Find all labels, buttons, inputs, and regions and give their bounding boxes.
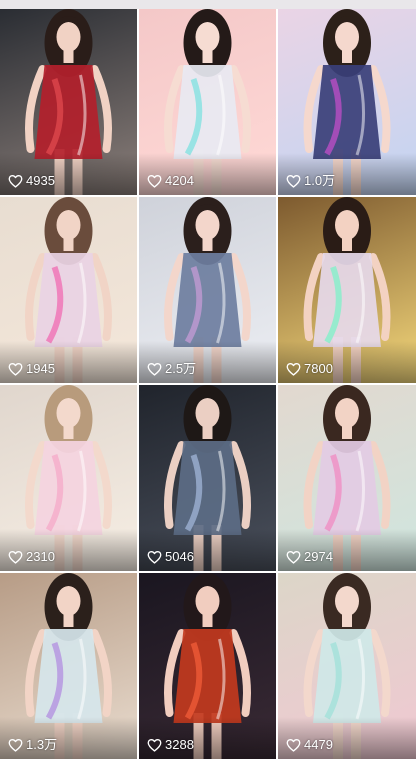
video-tile[interactable]: 2310: [0, 385, 137, 571]
face-shape: [195, 586, 220, 616]
video-tile[interactable]: 4935: [0, 9, 137, 195]
like-count-text: 4204: [165, 173, 194, 188]
heart-icon: [147, 550, 162, 564]
video-tile[interactable]: 2.5万: [139, 197, 276, 383]
like-count-text: 1.0万: [304, 173, 336, 188]
heart-icon: [8, 550, 23, 564]
face-shape: [335, 22, 359, 52]
video-tile[interactable]: 4204: [139, 9, 276, 195]
like-count: 4935: [8, 173, 55, 189]
face-shape: [335, 586, 359, 616]
heart-icon: [8, 362, 23, 376]
video-tile[interactable]: 5046: [139, 385, 276, 571]
video-tile[interactable]: 1.3万: [0, 573, 137, 759]
face-shape: [335, 210, 359, 240]
like-count: 2.5万: [147, 361, 196, 377]
heart-icon: [147, 174, 162, 188]
dress-shape: [173, 629, 242, 723]
face-shape: [195, 22, 220, 52]
dress-shape: [173, 441, 242, 535]
face-shape: [56, 586, 81, 616]
face-shape: [335, 398, 359, 428]
dress-shape: [313, 441, 381, 535]
like-count-text: 4479: [304, 737, 333, 752]
video-tile[interactable]: 4479: [278, 573, 416, 759]
dress-shape: [173, 253, 242, 347]
like-count: 1.3万: [8, 737, 57, 753]
like-count-text: 2.5万: [165, 361, 197, 376]
video-grid: 4935 4204 1.0万 1945 2.5万 7800 2310 5046 2974 1.3万…: [0, 9, 416, 759]
like-count-text: 2310: [26, 549, 55, 564]
dress-shape: [34, 629, 103, 723]
face-shape: [195, 210, 220, 240]
like-count: 1.0万: [286, 173, 335, 189]
dress-shape: [173, 65, 242, 159]
heart-icon: [286, 550, 301, 564]
heart-icon: [286, 174, 301, 188]
video-tile[interactable]: 2974: [278, 385, 416, 571]
dress-shape: [313, 65, 381, 159]
like-count-text: 4935: [26, 173, 55, 188]
face-shape: [56, 210, 81, 240]
like-count: 7800: [286, 361, 333, 377]
like-count: 4479: [286, 737, 333, 753]
video-tile[interactable]: 1945: [0, 197, 137, 383]
heart-icon: [147, 362, 162, 376]
status-strip: [0, 0, 416, 9]
face-shape: [56, 398, 81, 428]
dress-shape: [34, 253, 103, 347]
dress-shape: [34, 65, 103, 159]
like-count: 4204: [147, 173, 194, 189]
video-tile[interactable]: 3288: [139, 573, 276, 759]
like-count: 3288: [147, 737, 194, 753]
heart-icon: [147, 738, 162, 752]
like-count: 1945: [8, 361, 55, 377]
like-count-text: 5046: [165, 549, 194, 564]
video-tile[interactable]: 7800: [278, 197, 416, 383]
video-tile[interactable]: 1.0万: [278, 9, 416, 195]
like-count-text: 3288: [165, 737, 194, 752]
like-count: 2310: [8, 549, 55, 565]
like-count: 5046: [147, 549, 194, 565]
like-count-text: 2974: [304, 549, 333, 564]
dress-shape: [34, 441, 103, 535]
dress-shape: [313, 253, 381, 347]
heart-icon: [8, 738, 23, 752]
heart-icon: [286, 738, 301, 752]
like-count: 2974: [286, 549, 333, 565]
dress-shape: [313, 629, 381, 723]
like-count-text: 7800: [304, 361, 333, 376]
heart-icon: [8, 174, 23, 188]
face-shape: [195, 398, 220, 428]
face-shape: [56, 22, 81, 52]
heart-icon: [286, 362, 301, 376]
like-count-text: 1.3万: [26, 737, 58, 752]
like-count-text: 1945: [26, 361, 55, 376]
